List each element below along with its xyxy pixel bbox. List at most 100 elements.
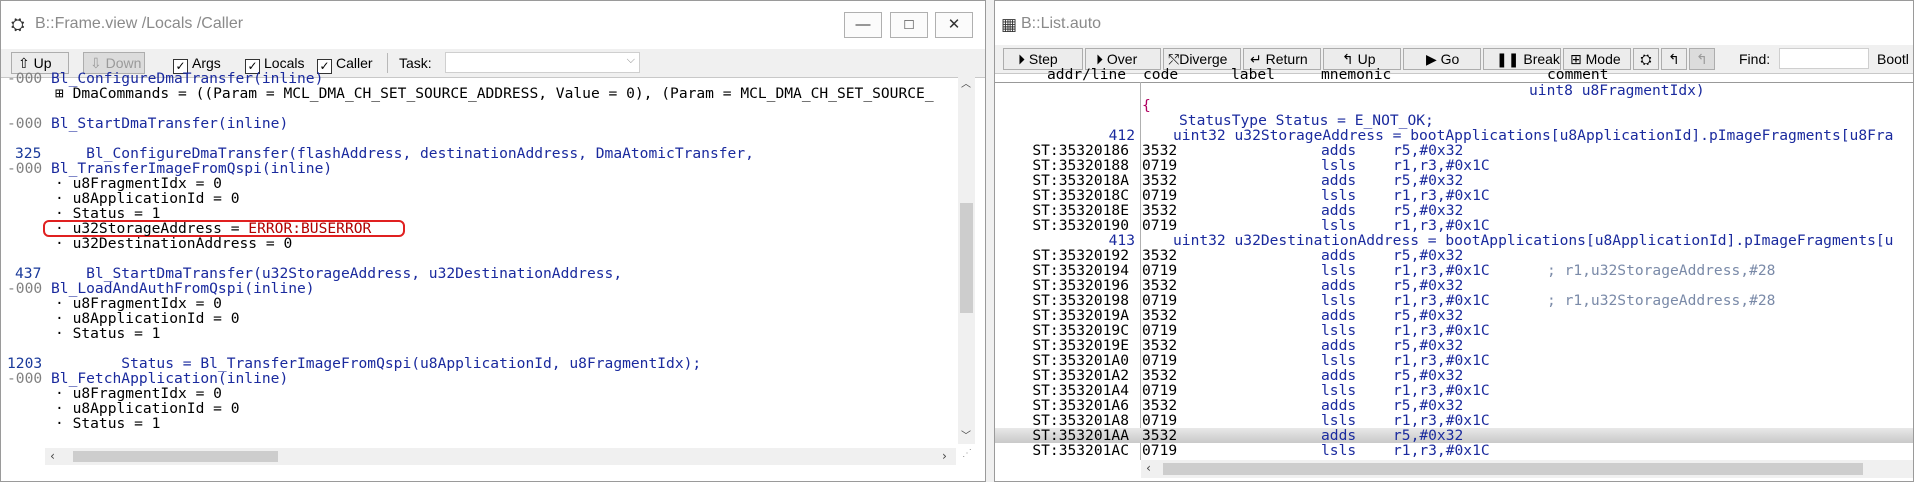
asm-code[interactable]: 3532 [1142,398,1177,413]
asm-operand[interactable]: r5,#0x32 [1393,368,1463,383]
asm-mnemonic[interactable]: lsls [1321,353,1356,368]
source-line[interactable]: uint8 u8FragmentIdx) [1529,83,1705,98]
asm-mnemonic[interactable]: lsls [1321,293,1356,308]
asm-operand[interactable]: r5,#0x32 [1393,248,1463,263]
asm-operand[interactable]: r5,#0x32 [1393,428,1463,443]
asm-operand[interactable]: r5,#0x32 [1393,338,1463,353]
asm-mnemonic[interactable]: adds [1321,203,1356,218]
asm-mnemonic[interactable]: adds [1321,278,1356,293]
asm-code[interactable]: 0719 [1142,158,1177,173]
asm-address[interactable]: ST:3532018E [1025,203,1129,218]
asm-operand[interactable]: r1,r3,#0x1C [1393,443,1490,458]
asm-code[interactable]: 3532 [1142,143,1177,158]
asm-operand[interactable]: r1,r3,#0x1C [1393,323,1490,338]
local-variable[interactable]: · u32DestinationAddress = 0 [55,236,292,251]
asm-address[interactable]: ST:353201AC [1025,443,1129,458]
asm-operand[interactable]: r1,r3,#0x1C [1393,218,1490,233]
minimize-button[interactable]: — [844,12,882,38]
scrollbar-thumb[interactable] [73,451,278,462]
asm-code[interactable]: 3532 [1142,368,1177,383]
scroll-down-icon[interactable]: ﹀ [961,427,971,442]
asm-operand[interactable]: r1,r3,#0x1C [1393,383,1490,398]
vertical-scrollbar[interactable]: ︿ ﹀ [958,73,975,444]
asm-mnemonic[interactable]: lsls [1321,158,1356,173]
source-line[interactable]: Bl_ConfigureDmaTransfer(flashAddress, de… [51,146,754,161]
source-line[interactable]: uint32 u32DestinationAddress = bootAppli… [1173,233,1893,248]
col-header-addr[interactable]: addr/line [1047,67,1126,82]
asm-code[interactable]: 0719 [1142,263,1177,278]
asm-mnemonic[interactable]: lsls [1321,323,1356,338]
scrollbar-thumb[interactable] [960,203,973,313]
maximize-button[interactable]: □ [890,12,928,38]
asm-operand[interactable]: r1,r3,#0x1C [1393,353,1490,368]
horizontal-scrollbar[interactable]: ‹ › [45,448,956,465]
asm-address[interactable]: ST:353201A8 [1025,413,1129,428]
list-auto-titlebar[interactable]: ▦ B::List.auto [995,1,1913,45]
asm-mnemonic[interactable]: adds [1321,248,1356,263]
frame-function[interactable]: Bl_ConfigureDmaTransfer(inline) [51,71,323,86]
asm-mnemonic[interactable]: adds [1321,173,1356,188]
asm-comment[interactable]: ; r1,u32StorageAddress,#28 [1547,263,1775,278]
local-variable[interactable]: · Status = 1 [55,326,160,341]
frame-function[interactable]: Bl_LoadAndAuthFromQspi(inline) [51,281,315,296]
asm-operand[interactable]: r5,#0x32 [1393,203,1463,218]
asm-code[interactable]: 0719 [1142,383,1177,398]
asm-address[interactable]: ST:353201A2 [1025,368,1129,383]
asm-code[interactable]: 3532 [1142,308,1177,323]
scroll-right-icon[interactable]: › [941,449,948,463]
local-variable[interactable]: · u8ApplicationId = 0 [55,191,240,206]
asm-code[interactable]: 0719 [1142,443,1177,458]
asm-address[interactable]: ST:3532019E [1025,338,1129,353]
resize-grip-icon[interactable]: ⋰ [959,448,975,465]
asm-address[interactable]: ST:35320196 [1025,278,1129,293]
asm-address[interactable]: ST:35320186 [1025,143,1129,158]
scroll-left-icon[interactable]: ‹ [1145,461,1152,475]
asm-mnemonic[interactable]: lsls [1321,383,1356,398]
local-variable[interactable]: · u8ApplicationId = 0 [55,311,240,326]
task-dropdown[interactable]: ⌵ [445,52,640,73]
asm-code[interactable]: 0719 [1142,323,1177,338]
local-variable[interactable]: · Status = 1 [55,416,160,431]
goto-button[interactable]: ↰ [1661,48,1687,70]
asm-mnemonic[interactable]: adds [1321,338,1356,353]
asm-mnemonic[interactable]: lsls [1321,413,1356,428]
asm-address[interactable]: ST:3532019A [1025,308,1129,323]
local-variable[interactable]: ⊞ DmaCommands = ((Param = MCL_DMA_CH_SET… [55,86,934,101]
asm-operand[interactable]: r1,r3,#0x1C [1393,293,1490,308]
asm-operand[interactable]: r1,r3,#0x1C [1393,188,1490,203]
source-line[interactable]: Status = Bl_TransferImageFromQspi(u8Appl… [51,356,701,371]
frame-view-titlebar[interactable]: ⛭ B::Frame.view /Locals /Caller — □ ✕ [1,1,985,49]
asm-mnemonic[interactable]: adds [1321,308,1356,323]
source-line[interactable]: StatusType Status = E_NOT_OK; [1179,113,1434,128]
settings-button[interactable]: ⛭ [1633,48,1659,70]
asm-code[interactable]: 3532 [1142,428,1177,443]
asm-operand[interactable]: r5,#0x32 [1393,173,1463,188]
asm-operand[interactable]: r5,#0x32 [1393,143,1463,158]
asm-address[interactable]: ST:353201A4 [1025,383,1129,398]
scroll-up-icon[interactable]: ︿ [961,75,971,90]
asm-operand[interactable]: r1,r3,#0x1C [1393,413,1490,428]
asm-code[interactable]: 3532 [1142,203,1177,218]
frame-function[interactable]: Bl_StartDmaTransfer(inline) [51,116,288,131]
go-button[interactable]: ▶ Go [1403,48,1481,70]
local-variable[interactable]: · u8FragmentIdx = 0 [55,176,222,191]
asm-mnemonic[interactable]: lsls [1321,188,1356,203]
source-line[interactable]: uint32 u32StorageAddress = bootApplicati… [1173,128,1893,143]
frame-function[interactable]: Bl_TransferImageFromQspi(inline) [51,161,332,176]
asm-operand[interactable]: r1,r3,#0x1C [1393,263,1490,278]
close-button[interactable]: ✕ [935,12,973,38]
asm-address[interactable]: ST:35320190 [1025,218,1129,233]
frame-function[interactable]: Bl_FetchApplication(inline) [51,371,288,386]
source-line-number[interactable]: 413 [1055,233,1135,248]
scrollbar-thumb[interactable] [1163,463,1863,475]
source-brace[interactable]: { [1142,98,1151,113]
asm-code[interactable]: 0719 [1142,188,1177,203]
scroll-left-icon[interactable]: ‹ [49,449,56,463]
source-line[interactable]: Bl_StartDmaTransfer(u32StorageAddress, u… [51,266,622,281]
asm-address[interactable]: ST:3532019C [1025,323,1129,338]
asm-operand[interactable]: r5,#0x32 [1393,278,1463,293]
asm-code[interactable]: 3532 [1142,338,1177,353]
asm-mnemonic[interactable]: lsls [1321,443,1356,458]
asm-mnemonic[interactable]: adds [1321,368,1356,383]
local-variable-error[interactable]: · u32StorageAddress = ERROR:BUSERROR [55,221,371,236]
